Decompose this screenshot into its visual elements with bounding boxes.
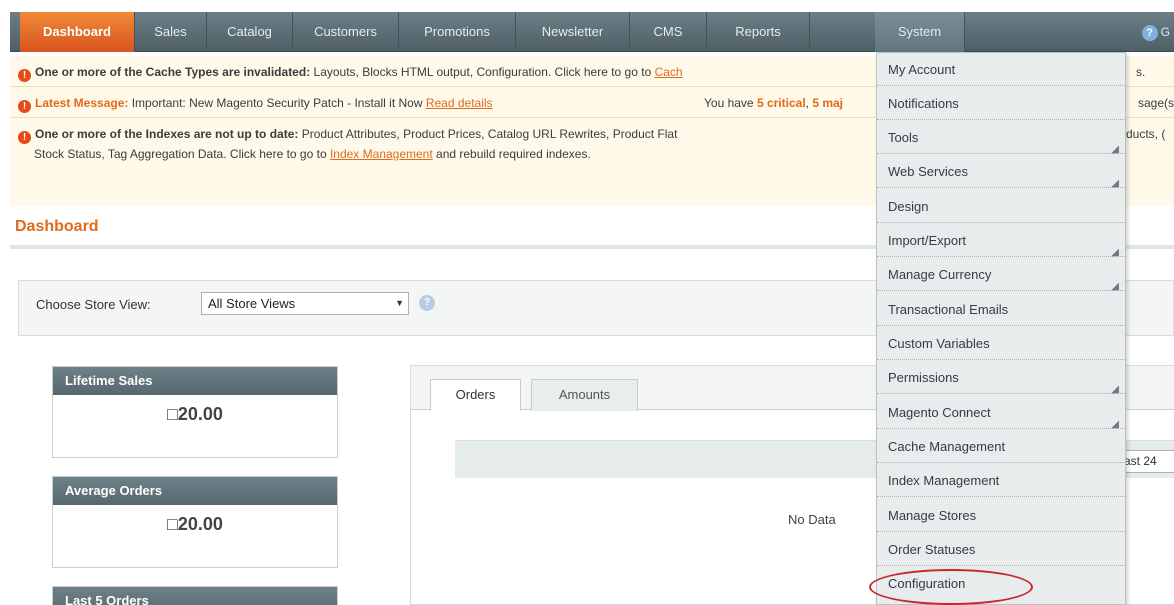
message-text: Important: New Magento Security Patch - …	[128, 96, 426, 110]
panel-title: Lifetime Sales	[53, 367, 337, 395]
store-view-selected: All Store Views	[208, 296, 296, 311]
index-management-link[interactable]: Index Management	[330, 147, 433, 161]
tab-amounts[interactable]: Amounts	[531, 379, 638, 411]
system-menu-item-configuration[interactable]: Configuration	[877, 567, 1125, 600]
question-circle-icon: ?	[1141, 24, 1158, 41]
system-menu-item-order-statuses[interactable]: Order Statuses	[877, 533, 1125, 566]
menu-item-label: Tools	[888, 130, 919, 145]
tab-orders[interactable]: Orders	[430, 379, 521, 411]
no-data-message: No Data	[788, 512, 836, 527]
message-tail: ducts, (	[1126, 127, 1166, 141]
menu-item-label: Import/Export	[888, 233, 967, 248]
lifetime-sales-panel: Lifetime Sales □20.00	[52, 366, 338, 458]
nav-sales[interactable]: Sales	[135, 12, 207, 52]
system-menu-item-permissions[interactable]: Permissions ◢	[877, 361, 1125, 395]
system-menu-item-import-export[interactable]: Import/Export ◢	[877, 224, 1125, 258]
nav-newsletter[interactable]: Newsletter	[516, 12, 630, 52]
system-menu-item-magento-connect[interactable]: Magento Connect ◢	[877, 396, 1125, 430]
message-text: Product Attributes, Product Prices, Cata…	[298, 127, 678, 141]
main-menu-bar: Dashboard Sales Catalog Customers Promot…	[10, 12, 1174, 52]
average-orders-value: □20.00	[167, 514, 223, 534]
get-help-link[interactable]: ? G	[1141, 12, 1170, 52]
menu-item-label: Cache Management	[888, 439, 1006, 454]
message-latest: ! Latest Message: Important: New Magento …	[18, 96, 1174, 113]
average-orders-panel: Average Orders □20.00	[52, 476, 338, 568]
top-navigation: Dashboard Sales Catalog Customers Promot…	[0, 0, 1174, 53]
nav-reports[interactable]: Reports	[707, 12, 810, 52]
system-menu-item-manage-currency[interactable]: Manage Currency ◢	[877, 258, 1125, 292]
menu-item-label: Custom Variables	[888, 336, 990, 351]
message-index-outdated: ! One or more of the Indexes are not up t…	[18, 127, 1165, 144]
page-title: Dashboard	[15, 218, 99, 235]
last-orders-panel: Last 5 Orders	[52, 586, 338, 605]
system-menu-item-index-management[interactable]: Index Management	[877, 464, 1125, 497]
system-menu-item-cache-management[interactable]: Cache Management	[877, 430, 1125, 463]
menu-item-label: Permissions	[888, 370, 959, 385]
message-tail: s.	[1136, 65, 1146, 79]
message-bold: Latest Message:	[35, 96, 129, 110]
lifetime-sales-value: □20.00	[167, 404, 223, 424]
panel-title: Last 5 Orders	[53, 587, 337, 605]
nav-promotions[interactable]: Promotions	[399, 12, 516, 52]
error-icon: !	[18, 100, 31, 113]
message-text: and rebuild required indexes.	[432, 147, 591, 161]
store-view-label: Choose Store View:	[36, 297, 151, 312]
nav-dashboard[interactable]: Dashboard	[20, 12, 135, 52]
error-icon: !	[18, 69, 31, 82]
message-text: Layouts, Blocks HTML output, Configurati…	[310, 65, 655, 79]
message-count: You have 5 critical, 5 maj	[704, 96, 843, 110]
menu-item-label: Magento Connect	[888, 405, 991, 420]
read-details-link[interactable]: Read details	[426, 96, 493, 110]
menu-item-label: Configuration	[888, 576, 966, 591]
message-bold: One or more of the Indexes are not up to…	[35, 127, 299, 141]
system-menu-item-notifications[interactable]: Notifications	[877, 87, 1125, 120]
dropdown-arrow-icon: ▼	[395, 298, 404, 308]
message-cache-invalidated: ! One or more of the Cache Types are inva…	[18, 65, 1145, 82]
system-dropdown-menu: My Account Notifications Tools ◢ Web Service…	[876, 52, 1126, 605]
system-menu-item-custom-variables[interactable]: Custom Variables	[877, 327, 1125, 360]
cache-management-link[interactable]: Cach	[655, 65, 683, 79]
critical-count-link[interactable]: 5 critical	[757, 96, 806, 110]
menu-item-label: Manage Stores	[888, 508, 977, 523]
menu-item-label: Manage Currency	[888, 267, 992, 282]
message-text: Stock Status, Tag Aggregation Data. Clic…	[34, 147, 330, 161]
nav-system[interactable]: System	[875, 12, 965, 52]
menu-item-label: Web Services	[888, 164, 968, 179]
system-menu-item-tools[interactable]: Tools ◢	[877, 121, 1125, 155]
system-menu-item-web-services[interactable]: Web Services ◢	[877, 155, 1125, 189]
help-label: G	[1160, 25, 1170, 39]
message-tail: sage(s).	[1138, 96, 1174, 110]
store-view-select[interactable]: All Store Views ▼	[201, 292, 409, 315]
system-menu-item-design[interactable]: Design	[877, 190, 1125, 223]
message-index-line2: Stock Status, Tag Aggregation Data. Clic…	[34, 147, 591, 161]
menu-item-label: Notifications	[888, 96, 959, 111]
menu-item-label: Transactional Emails	[888, 302, 1009, 317]
nav-customers[interactable]: Customers	[293, 12, 399, 52]
panel-title: Average Orders	[53, 477, 337, 505]
menu-item-label: Design	[888, 199, 929, 214]
system-menu-item-transactional-emails[interactable]: Transactional Emails	[877, 293, 1125, 326]
help-icon[interactable]: ?	[419, 295, 435, 311]
major-count-link[interactable]: 5 maj	[812, 96, 843, 110]
system-menu-item-manage-stores[interactable]: Manage Stores	[877, 499, 1125, 532]
error-icon: !	[18, 131, 31, 144]
menu-item-label: Index Management	[888, 473, 1000, 488]
nav-catalog[interactable]: Catalog	[207, 12, 293, 52]
message-bold: One or more of the Cache Types are inval…	[35, 65, 311, 79]
menu-item-label: Order Statuses	[888, 542, 976, 557]
menu-item-label: My Account	[888, 62, 956, 77]
message-count-text: You have	[704, 96, 757, 110]
nav-cms[interactable]: CMS	[630, 12, 707, 52]
system-menu-item-my-account[interactable]: My Account	[877, 53, 1125, 86]
